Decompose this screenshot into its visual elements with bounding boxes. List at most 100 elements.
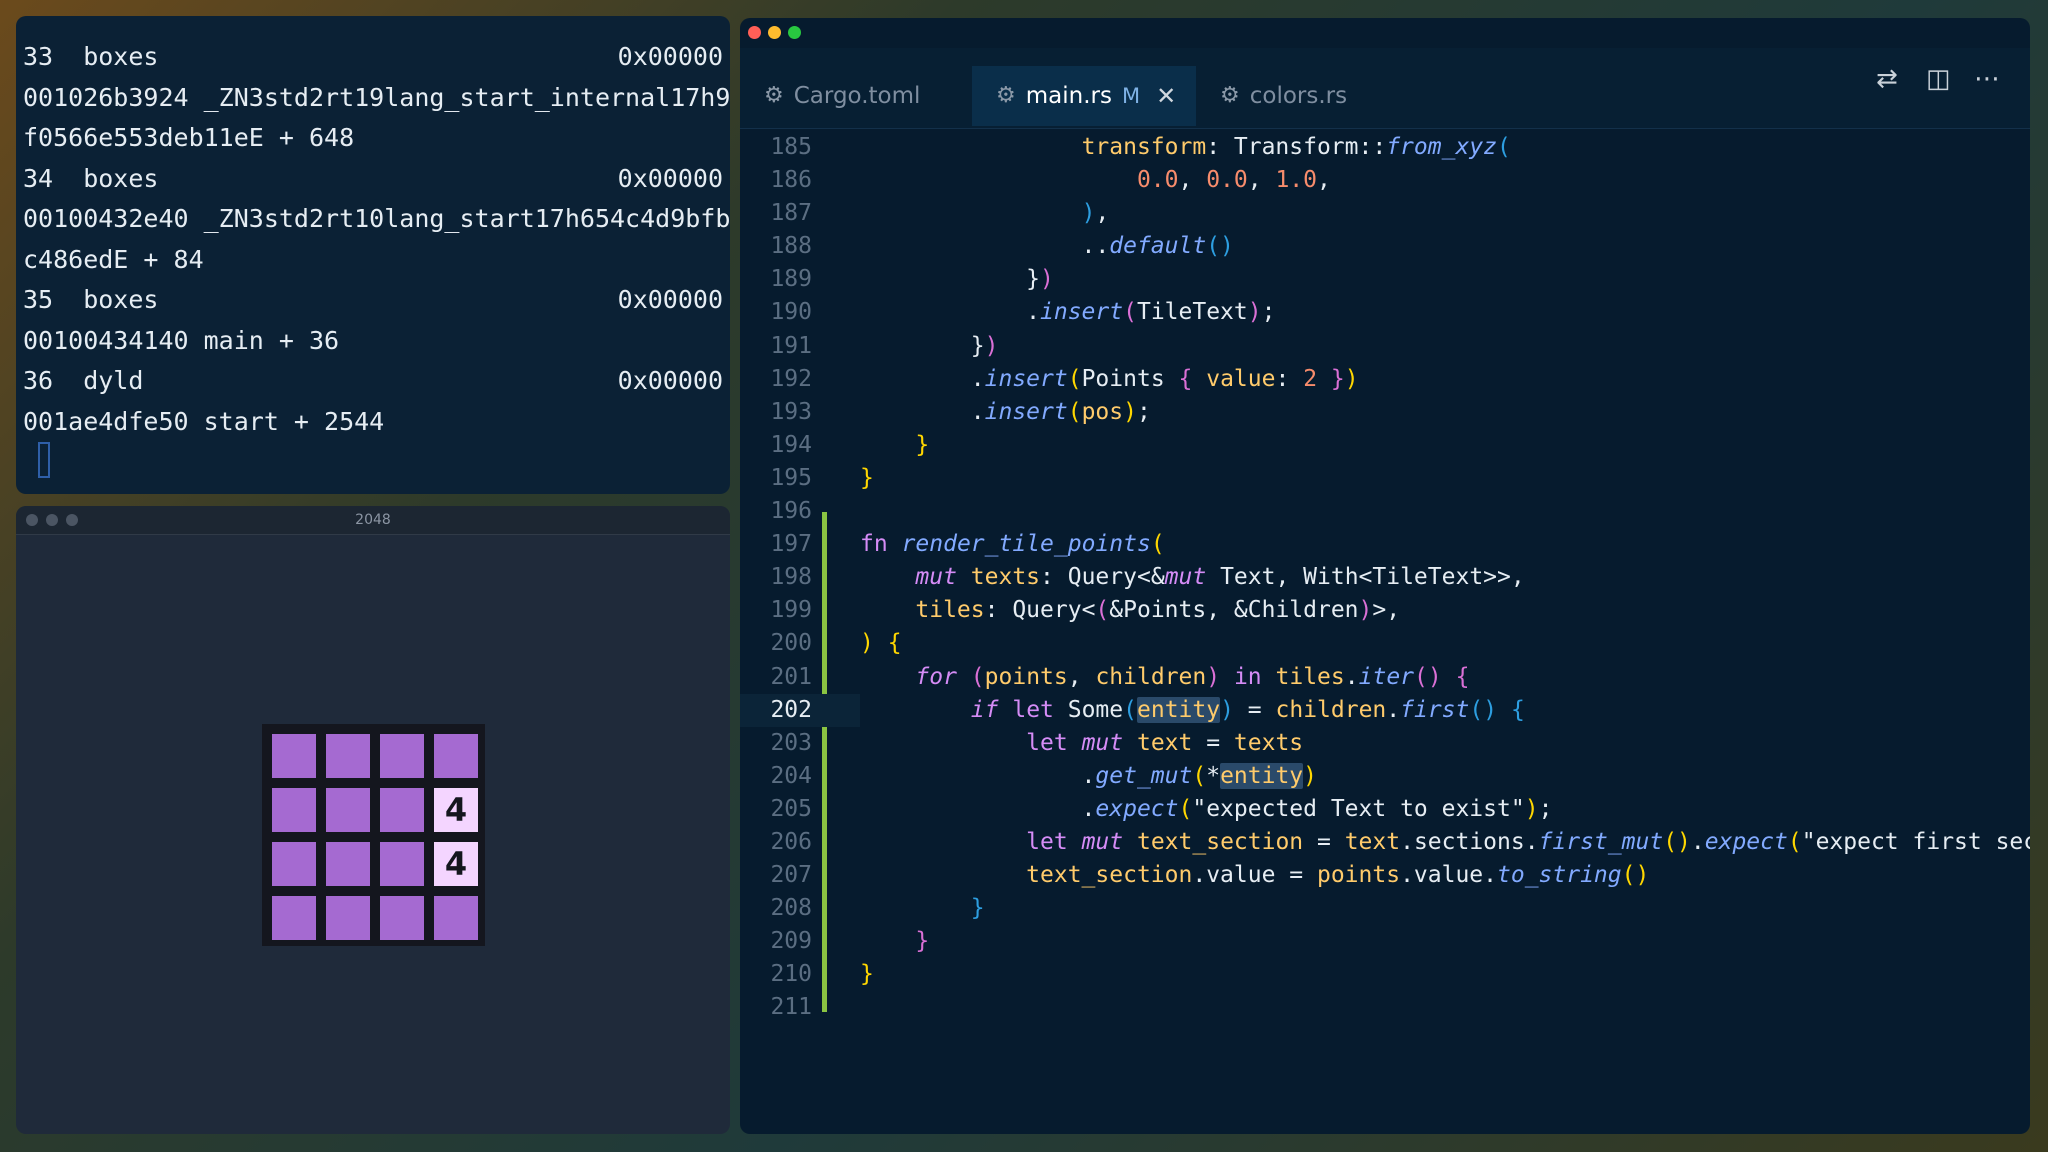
code-line[interactable]: } bbox=[860, 925, 929, 958]
code-line[interactable]: }) bbox=[860, 263, 1054, 296]
game-tile bbox=[272, 734, 316, 778]
code-area[interactable]: 185 transform: Transform::from_xyz( 186 … bbox=[740, 131, 2030, 1025]
line-number: 190 bbox=[770, 299, 812, 326]
line-number: 191 bbox=[770, 332, 812, 359]
code-line[interactable]: let mut text = texts bbox=[860, 727, 1303, 760]
line-number: 201 bbox=[770, 663, 812, 690]
game-tile bbox=[326, 842, 370, 886]
terminal-line-text: f0566e553deb11eE + 648 bbox=[23, 123, 355, 152]
line-number: 192 bbox=[770, 365, 812, 392]
terminal-line-text: 36 dyld bbox=[23, 366, 144, 395]
code-line[interactable]: tiles: Query<(&Points, &Children)>, bbox=[860, 594, 1400, 627]
terminal-line-address: 0x00000 bbox=[617, 163, 723, 193]
game-board[interactable]: 44 bbox=[262, 724, 485, 946]
code-line[interactable]: text_section.value = points.value.to_str… bbox=[860, 859, 1649, 892]
terminal-line: 35 boxes 0x00000 bbox=[16, 280, 730, 321]
line-number: 210 bbox=[770, 961, 812, 988]
line-number: 205 bbox=[770, 795, 812, 822]
line-number: 200 bbox=[770, 630, 812, 657]
tab-label: main.rs bbox=[1025, 83, 1112, 109]
game-tile bbox=[326, 788, 370, 832]
split-editor-icon[interactable]: ◫ bbox=[1926, 64, 1951, 94]
tab-cargo-toml[interactable]: ⚙ Cargo.toml bbox=[740, 66, 972, 126]
terminal-line-text: c486edE + 84 bbox=[23, 244, 204, 274]
code-line[interactable]: .get_mut(*entity) bbox=[860, 760, 1317, 793]
line-number: 187 bbox=[770, 200, 812, 227]
code-line[interactable]: 0.0, 0.0, 1.0, bbox=[860, 164, 1331, 197]
code-line[interactable]: .insert(pos); bbox=[860, 396, 1151, 429]
terminal-line-text: 33 boxes bbox=[23, 42, 159, 71]
line-number: 193 bbox=[770, 398, 812, 425]
line-number: 198 bbox=[770, 564, 812, 591]
code-line[interactable]: for (points, children) in tiles.iter() { bbox=[860, 661, 1469, 694]
code-line[interactable]: .insert(TileText); bbox=[860, 296, 1275, 329]
code-line[interactable]: transform: Transform::from_xyz( bbox=[860, 131, 1511, 164]
line-number: 188 bbox=[770, 233, 812, 260]
tab-colors-rs[interactable]: ⚙ colors.rs bbox=[1196, 66, 1406, 126]
code-line[interactable]: ..default() bbox=[860, 230, 1234, 263]
modified-badge: M bbox=[1121, 84, 1141, 108]
terminal-line-text: 00100434140 main + 36 bbox=[23, 325, 340, 355]
editor-tab-bar: ⚙ Cargo.toml ⚙ main.rs M ✕ ⚙ colors.rs ⇄… bbox=[740, 48, 2030, 129]
tab-main-rs[interactable]: ⚙ main.rs M ✕ bbox=[972, 66, 1196, 126]
code-line[interactable]: fn render_tile_points( bbox=[860, 528, 1165, 561]
gear-icon: ⚙ bbox=[764, 83, 784, 108]
terminal-line-address: 0x00000 bbox=[617, 42, 723, 71]
terminal-line-address: 0x00000 bbox=[617, 285, 723, 314]
game-tile bbox=[434, 896, 478, 940]
zoom-window-icon[interactable] bbox=[788, 26, 801, 39]
tab-label: colors.rs bbox=[1249, 83, 1348, 109]
game-tile: 4 bbox=[434, 788, 478, 832]
code-line[interactable]: if let Some(entity) = children.first() { bbox=[860, 694, 1525, 727]
game-tile: 4 bbox=[434, 842, 478, 886]
minimize-window-icon[interactable] bbox=[768, 26, 781, 39]
game-titlebar[interactable]: 2048 bbox=[16, 506, 730, 535]
rust-icon: ⚙ bbox=[1220, 83, 1240, 108]
code-line[interactable]: ) { bbox=[860, 627, 902, 660]
terminal-cursor bbox=[38, 442, 50, 478]
game-tile bbox=[272, 788, 316, 832]
source-control-icon[interactable]: ⇄ bbox=[1876, 64, 1898, 94]
code-line[interactable]: } bbox=[860, 429, 929, 462]
line-number: 196 bbox=[770, 498, 812, 525]
line-number: 189 bbox=[770, 266, 812, 293]
line-number: 209 bbox=[770, 928, 812, 955]
code-editor-window[interactable]: ⚙ Cargo.toml ⚙ main.rs M ✕ ⚙ colors.rs ⇄… bbox=[740, 18, 2030, 1134]
line-number: 208 bbox=[770, 895, 812, 922]
terminal-line-text: 35 boxes bbox=[23, 285, 159, 314]
close-window-icon[interactable] bbox=[748, 26, 761, 39]
terminal-window[interactable]: 33 boxes 0x00000 001026b3924 _ZN3std2rt19l… bbox=[16, 16, 730, 494]
terminal-line-text: 00100432e40 _ZN3std2rt10lang_start17h654… bbox=[23, 204, 730, 233]
terminal-line-text: 34 boxes bbox=[23, 163, 159, 193]
code-line[interactable]: } bbox=[860, 462, 874, 495]
code-line[interactable]: ), bbox=[860, 197, 1110, 230]
code-line[interactable]: .expect("expected Text to exist"); bbox=[860, 793, 1553, 826]
terminal-line: c486edE + 84 bbox=[16, 240, 730, 281]
more-actions-icon[interactable]: ⋯ bbox=[1974, 64, 2000, 94]
code-line[interactable]: let mut text_section = text.sections.fir… bbox=[860, 826, 2030, 859]
code-line[interactable]: }) bbox=[860, 330, 999, 363]
line-number: 203 bbox=[770, 729, 812, 756]
game-tile bbox=[272, 896, 316, 940]
line-number: 206 bbox=[770, 828, 812, 855]
game-tile bbox=[326, 734, 370, 778]
terminal-line-text: 001026b3924 _ZN3std2rt19lang_start_inter… bbox=[23, 82, 730, 112]
code-line[interactable]: mut texts: Query<&mut Text, With<TileTex… bbox=[860, 561, 1524, 594]
terminal-line: 34 boxes 0x00000 bbox=[16, 159, 730, 200]
game-tile bbox=[380, 842, 424, 886]
code-line[interactable]: .insert(Points { value: 2 }) bbox=[860, 363, 1359, 396]
game-window-title: 2048 bbox=[355, 512, 391, 528]
code-line[interactable]: } bbox=[860, 958, 874, 991]
game-tile bbox=[380, 788, 424, 832]
code-line[interactable]: } bbox=[860, 892, 985, 925]
line-number: 197 bbox=[770, 531, 812, 558]
terminal-line: 00100434140 main + 36 bbox=[16, 321, 730, 362]
line-number: 199 bbox=[770, 597, 812, 624]
close-tab-icon[interactable]: ✕ bbox=[1156, 66, 1176, 126]
game-window[interactable]: 2048 44 bbox=[16, 506, 730, 1134]
terminal-line: 36 dyld 0x00000 bbox=[16, 361, 730, 402]
rust-icon: ⚙ bbox=[996, 83, 1016, 108]
line-number: 185 bbox=[770, 134, 812, 160]
line-number: 186 bbox=[770, 167, 812, 194]
terminal-line: 001026b3924 _ZN3std2rt19lang_start_inter… bbox=[16, 78, 730, 119]
